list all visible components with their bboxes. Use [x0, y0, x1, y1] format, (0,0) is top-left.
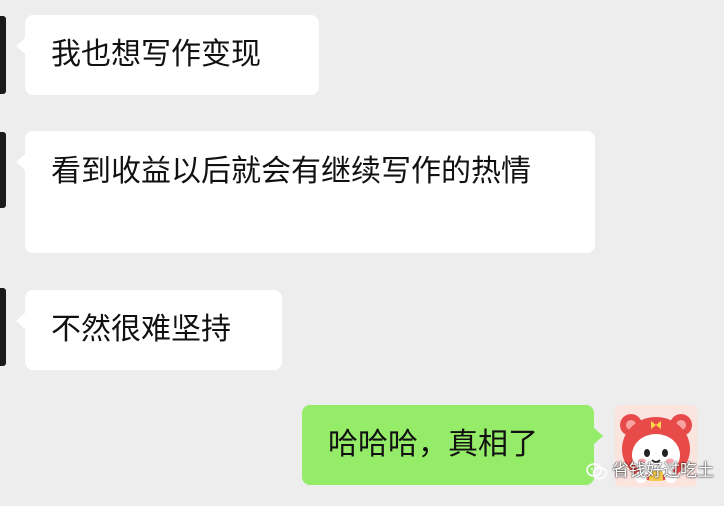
message-text-2: 看到收益以后就会有继续写作的热情 [51, 154, 531, 189]
message-bubble-4[interactable]: 哈哈哈，真相了 [302, 405, 603, 485]
message-bubble-2[interactable]: 看到收益以后就会有继续写作的热情 [16, 131, 595, 253]
sender-avatar-3[interactable] [0, 288, 6, 366]
message-text-1: 我也想写作变现 [51, 37, 261, 72]
watermark: 省钱好过吃土 [586, 461, 714, 481]
sender-avatar-2[interactable] [0, 132, 6, 208]
message-bubble-3[interactable]: 不然很难坚持 [16, 290, 282, 370]
message-text-4: 哈哈哈，真相了 [328, 427, 538, 462]
sender-avatar-1[interactable] [0, 16, 6, 94]
watermark-text: 省钱好过吃土 [612, 461, 714, 481]
wechat-channel-icon [586, 463, 608, 480]
message-bubble-1[interactable]: 我也想写作变现 [16, 15, 319, 95]
message-text-3: 不然很难坚持 [51, 312, 231, 347]
